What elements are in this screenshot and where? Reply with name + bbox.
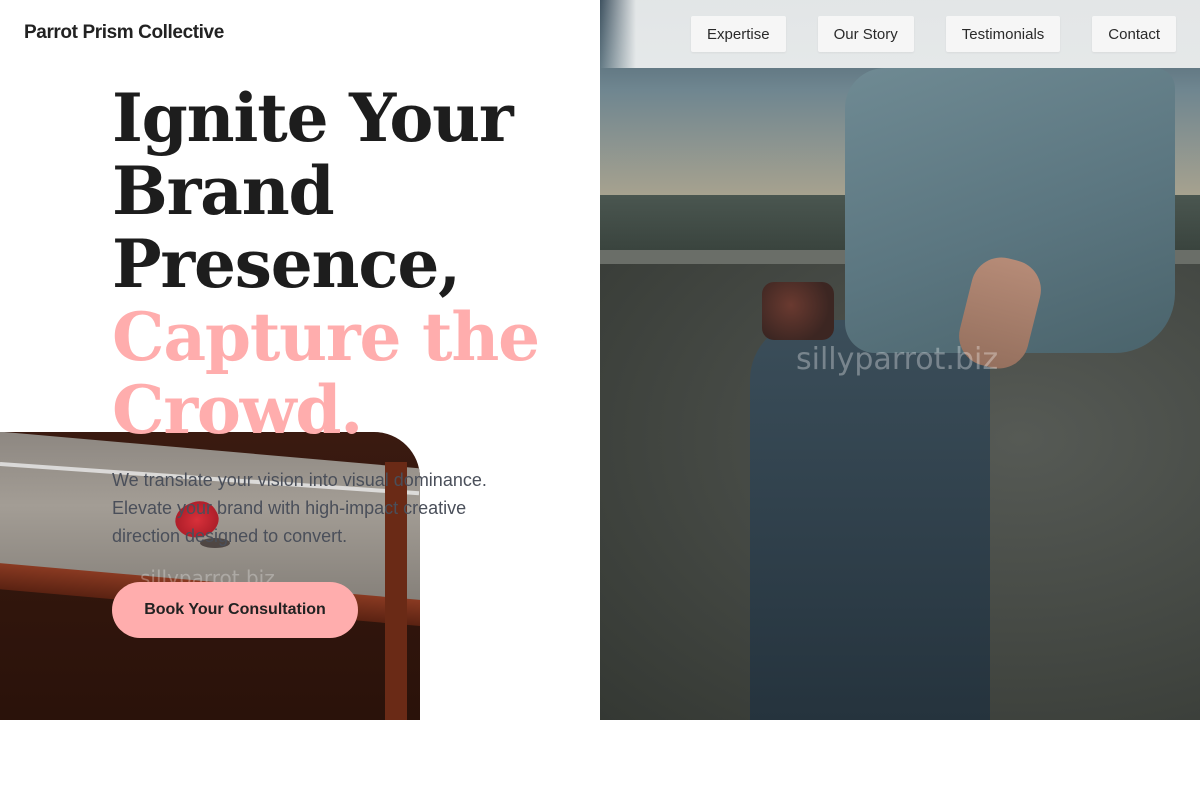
headline-accent-line-2: Crowd.: [112, 371, 363, 449]
nav-our-story-button[interactable]: Our Story: [817, 16, 914, 52]
hero-headline: Ignite Your Brand Presence, Capture the …: [112, 82, 582, 447]
nav-contact-button[interactable]: Contact: [1092, 16, 1176, 52]
book-consultation-button[interactable]: Book Your Consultation: [112, 582, 358, 638]
photo-jeans: [750, 320, 990, 720]
hero-model-photo: [600, 0, 1200, 720]
main-nav: Expertise Our Story Testimonials Contact: [691, 16, 1176, 52]
nav-testimonials-button[interactable]: Testimonials: [945, 16, 1061, 52]
headline-accent-line-1: Capture the: [112, 298, 540, 376]
headline-line-3: Presence,: [112, 225, 461, 303]
headline-line-1: Ignite Your: [112, 79, 514, 157]
hero-subtext: We translate your vision into visual dom…: [112, 470, 487, 546]
brand-logo[interactable]: Parrot Prism Collective: [24, 22, 224, 44]
nav-expertise-button[interactable]: Expertise: [691, 16, 786, 52]
headline-line-2: Brand: [112, 152, 335, 230]
photo-handbag: [762, 282, 834, 340]
